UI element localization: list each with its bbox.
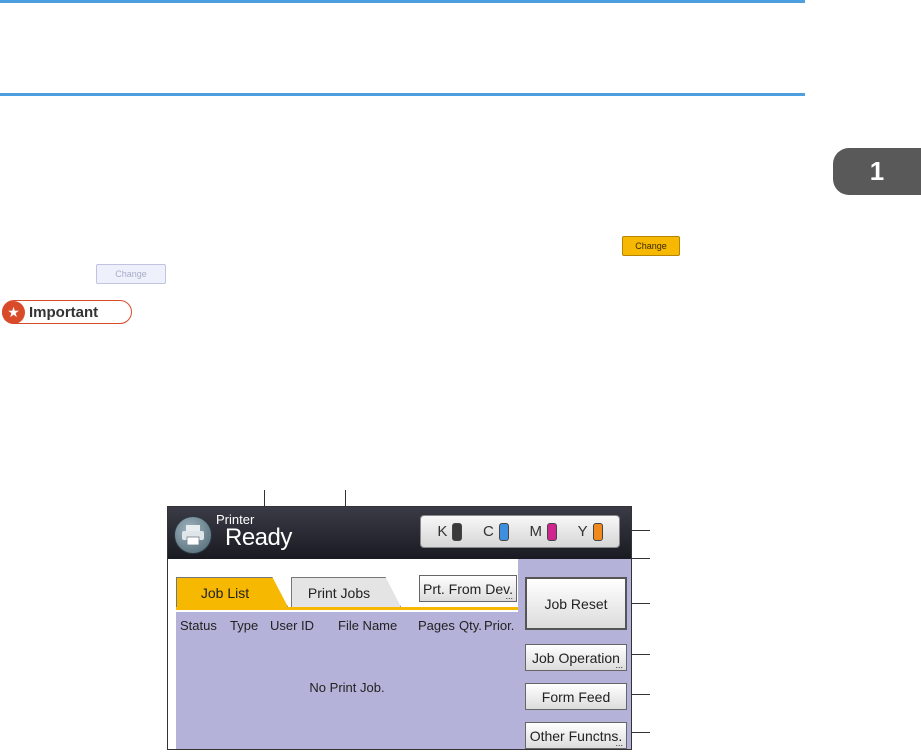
button-label: Job Operation	[532, 649, 620, 666]
important-badge: ★ Important	[2, 300, 132, 324]
toner-letter: C	[483, 523, 494, 540]
col-qty: Qty.	[459, 618, 482, 633]
header-rule-bottom	[0, 93, 805, 96]
tab-underline	[176, 607, 518, 610]
toner-cartridge-icon	[498, 522, 509, 541]
toner-m: M	[529, 522, 557, 541]
header-rule-top	[0, 0, 805, 3]
toner-y: Y	[577, 522, 603, 541]
change-button-active-sample: Change	[622, 236, 680, 256]
printer-icon	[174, 516, 212, 554]
change-label: Change	[115, 269, 147, 279]
more-icon: ...	[615, 738, 623, 748]
panel-body: Job List Print Jobs Prt. From Dev. ... S…	[168, 559, 631, 749]
tab-print-jobs[interactable]: Print Jobs	[291, 577, 401, 607]
change-label: Change	[635, 241, 667, 251]
star-icon: ★	[2, 300, 25, 324]
toner-c: C	[483, 522, 509, 541]
col-pages: Pages	[418, 618, 455, 633]
col-file-name: File Name	[338, 618, 398, 633]
chapter-number: 1	[869, 156, 885, 186]
col-type: Type	[230, 618, 259, 633]
button-label: Job Reset	[544, 595, 608, 612]
job-operation-button[interactable]: Job Operation ...	[525, 644, 627, 671]
chapter-tab: 1	[833, 148, 921, 195]
tab-label: Job List	[200, 584, 250, 601]
job-list: Status Type User ID File Name Pages Qty.…	[176, 612, 518, 749]
list-header: Status Type User ID File Name Pages Qty.…	[180, 618, 516, 636]
col-prior: Prior.	[484, 618, 515, 633]
more-icon: ...	[615, 660, 623, 670]
panel-header: Printer Ready K C M Y	[168, 507, 631, 559]
button-label: Other Functns.	[529, 727, 623, 744]
toner-cartridge-icon	[592, 522, 603, 541]
toner-k: K	[437, 522, 463, 541]
prt-from-dev-button[interactable]: Prt. From Dev. ...	[419, 575, 517, 602]
toner-letter: M	[529, 523, 543, 540]
empty-message: No Print Job.	[309, 680, 385, 695]
other-functions-button[interactable]: Other Functns. ...	[525, 722, 627, 749]
change-button-disabled-sample: Change	[96, 264, 166, 284]
important-label: Important	[29, 303, 99, 321]
toner-cartridge-icon	[452, 522, 463, 541]
toner-letter: Y	[577, 523, 588, 540]
toner-letter: K	[437, 523, 448, 540]
col-status: Status	[180, 618, 217, 633]
button-label: Form Feed	[541, 688, 611, 705]
tab-job-list[interactable]: Job List	[176, 577, 288, 607]
printer-panel: Printer Ready K C M Y Job List Print Job…	[167, 506, 632, 750]
status-label: Ready	[225, 524, 292, 551]
toner-indicator[interactable]: K C M Y	[420, 515, 620, 548]
toner-cartridge-icon	[547, 522, 557, 541]
col-user-id: User ID	[270, 618, 315, 633]
job-reset-button[interactable]: Job Reset	[525, 577, 627, 630]
tab-label: Print Jobs	[307, 584, 371, 601]
form-feed-button[interactable]: Form Feed	[525, 683, 627, 710]
button-label: Prt. From Dev.	[423, 580, 513, 597]
more-icon: ...	[505, 591, 513, 601]
